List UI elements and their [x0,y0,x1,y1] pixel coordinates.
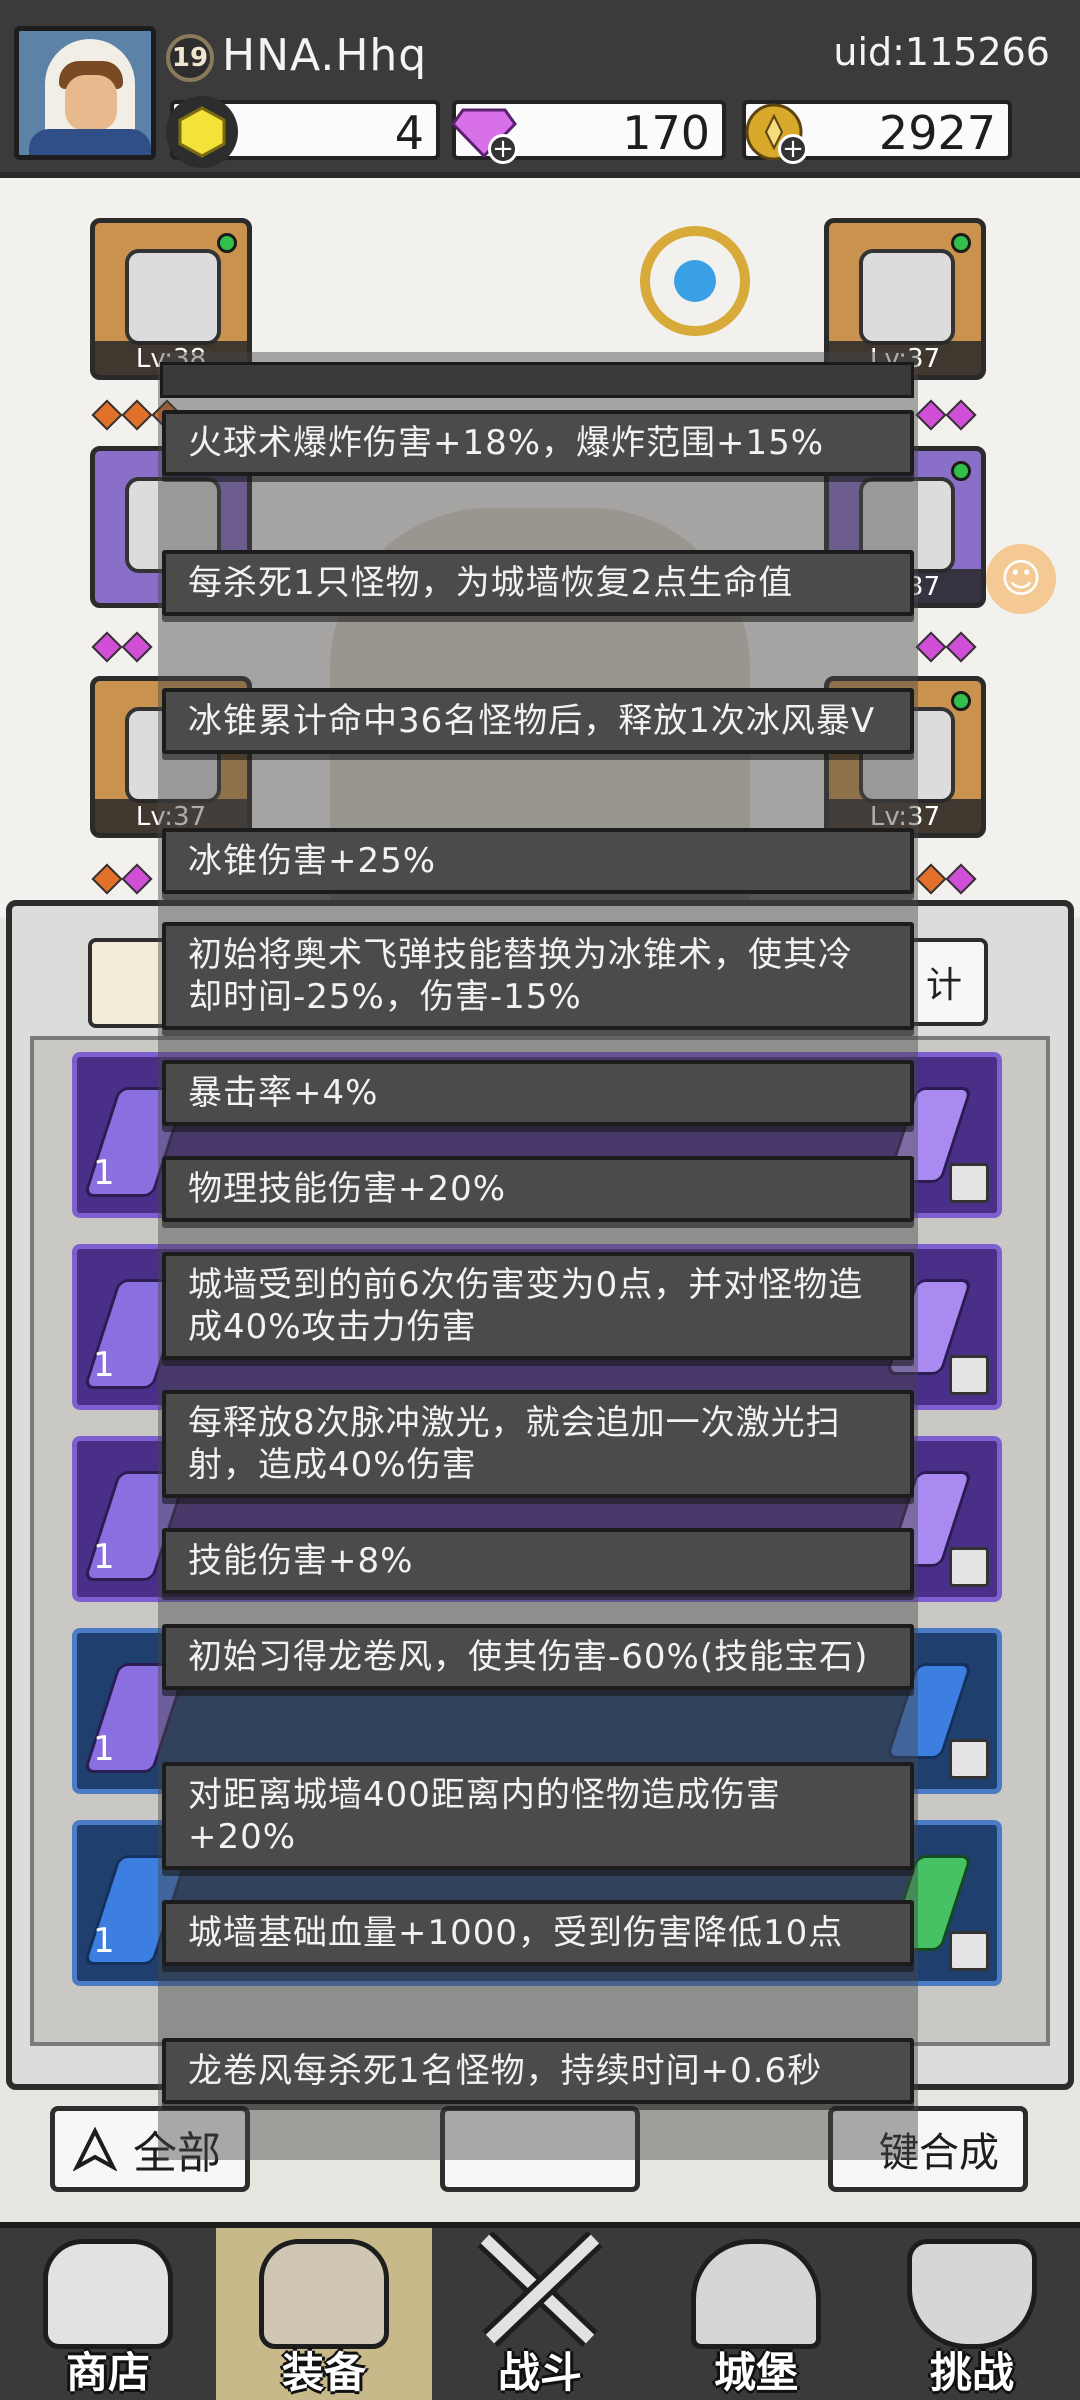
effect-item: 技能伤害+8% [162,1528,914,1594]
player-avatar[interactable] [14,26,156,160]
nav-battle[interactable]: 战斗 [432,2228,648,2400]
gem-type-icon [949,1547,989,1587]
effect-item: 冰锥伤害+25% [162,828,914,894]
diamond-icon: + [448,96,520,168]
filter-arrow-icon [73,2127,117,2171]
upgrade-dot [951,233,971,253]
effect-item: 对距离城墙400距离内的怪物造成伤害+20% [162,1762,914,1870]
gem-type-icon [949,1163,989,1203]
slot-quality-diamonds [915,863,977,895]
nav-shop-label: 商店 [65,2348,150,2397]
nav-battle-label: 战斗 [497,2348,582,2397]
gold-gem-icon [166,96,238,168]
nav-shop[interactable]: 商店 [0,2228,216,2400]
add-coin-icon[interactable]: + [778,134,808,164]
accessibility-icon[interactable]: ☺ [986,544,1056,614]
gem-type-icon [949,1739,989,1779]
coin-value: 2927 [878,106,996,160]
nav-equipment[interactable]: 装备 [216,2228,432,2400]
player-uid: uid:115266 [833,30,1050,74]
nav-equipment-label: 装备 [281,2348,366,2397]
gem-count: 1 [93,1153,115,1193]
upgrade-dot [951,461,971,481]
shop-icon [43,2239,173,2349]
effect-item: 城墙基础血量+1000，受到伤害降低10点 [162,1900,914,1966]
gem-count: 1 [93,1729,115,1769]
gloves-icon [859,249,955,345]
effect-item: 城墙受到的前6次伤害变为0点，并对怪物造成40%攻击力伤害 [162,1252,914,1360]
player-name: HNA.Hhq [222,30,428,81]
armor-icon [125,249,221,345]
upgrade-dot [217,233,237,253]
effect-item: 暴击率+4% [162,1060,914,1126]
top-status-bar: 19 HNA.Hhq uid:115266 4 + 170 + 2927 [0,0,1080,178]
add-diamond-icon[interactable]: + [488,134,518,164]
crossed-swords-icon [477,2231,603,2347]
slot-quality-diamonds [91,863,153,895]
effect-item: 每释放8次脉冲激光，就会追加一次激光扫射，造成40%伤害 [162,1390,914,1498]
gold-gem-counter: 4 [166,96,440,168]
diamond-counter[interactable]: + 170 [451,100,726,164]
nav-challenge[interactable]: 挑战 [864,2228,1080,2400]
castle-icon [691,2239,821,2349]
hero-staff-icon [640,226,750,336]
gem-count: 1 [93,1921,115,1961]
diamond-value: 170 [622,106,710,160]
backpack-icon [259,2239,389,2349]
gem-type-icon [949,1355,989,1395]
slot-quality-diamonds [915,399,977,431]
slot-quality-diamonds [915,631,977,663]
effect-item: 初始将奥术飞弹技能替换为冰锥术，使其冷却时间-25%，伤害-15% [162,922,914,1030]
coin-counter[interactable]: + 2927 [742,100,1012,164]
tooltip-scroll-edge [160,362,914,398]
effect-item: 物理技能伤害+20% [162,1156,914,1222]
effect-item: 火球术爆炸伤害+18%，爆炸范围+15% [162,410,914,476]
nav-castle-label: 城堡 [713,2348,798,2397]
player-level-badge: 19 [166,34,214,82]
gem-count: 1 [93,1537,115,1577]
effect-item: 每杀死1只怪物，为城墙恢复2点生命值 [162,550,914,616]
bottom-navigation: 商店 装备 战斗 城堡 挑战 [0,2222,1080,2400]
gold-gem-value: 4 [394,106,424,160]
gem-type-icon [949,1931,989,1971]
gem-count: 1 [93,1345,115,1385]
upgrade-dot [951,691,971,711]
nav-challenge-label: 挑战 [929,2348,1014,2397]
nav-castle[interactable]: 城堡 [648,2228,864,2400]
shield-icon [907,2239,1037,2349]
slot-quality-diamonds [91,631,153,663]
effect-item: 龙卷风每杀死1名怪物，持续时间+0.6秒 [162,2038,914,2104]
effect-item: 冰锥累计命中36名怪物后，释放1次冰风暴V [162,688,914,754]
effect-item: 初始习得龙卷风，使其伤害-60%(技能宝石) [162,1624,914,1690]
coin-icon: + [738,96,810,168]
